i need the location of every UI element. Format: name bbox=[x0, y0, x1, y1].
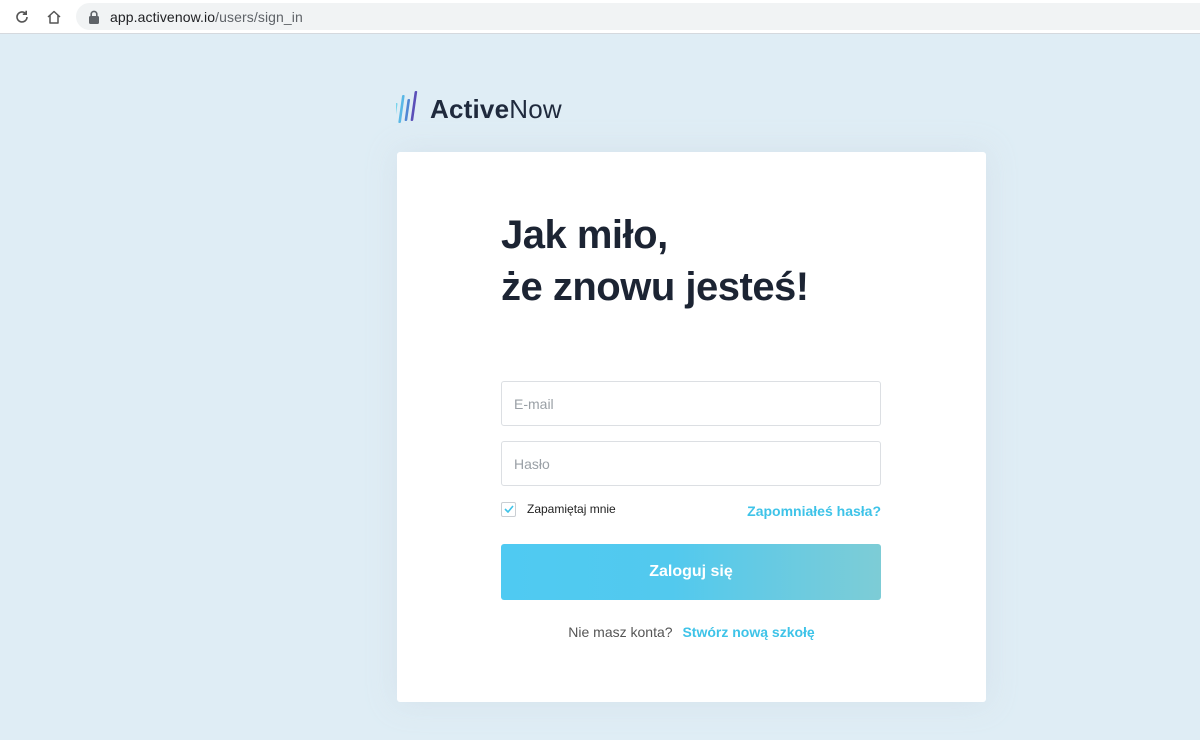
checkmark-icon bbox=[503, 505, 514, 513]
browser-toolbar: app.activenow.io/users/sign_in bbox=[0, 0, 1200, 34]
activenow-logo: ActiveNow bbox=[396, 87, 562, 131]
url-path: /users/sign_in bbox=[215, 8, 303, 25]
login-card: Jak miło, że znowu jesteś! Zapamiętaj mn… bbox=[397, 152, 986, 702]
login-page: ActiveNow Jak miło, że znowu jesteś! Zap… bbox=[0, 35, 1200, 740]
remember-me-checkbox[interactable]: Zapamiętaj mnie bbox=[501, 501, 616, 517]
reload-icon[interactable] bbox=[12, 7, 32, 27]
signup-prompt: Nie masz konta? Stwórz nową szkołę bbox=[397, 624, 986, 640]
address-bar[interactable]: app.activenow.io/users/sign_in bbox=[76, 3, 1200, 30]
url-text: app.activenow.io/users/sign_in bbox=[110, 9, 303, 25]
home-icon[interactable] bbox=[44, 7, 64, 27]
signup-question: Nie masz konta? bbox=[568, 624, 673, 640]
forgot-password-link[interactable]: Zapomniałeś hasła? bbox=[747, 503, 881, 519]
title-line-2: że znowu jesteś! bbox=[501, 265, 809, 309]
url-host: app.activenow.io bbox=[110, 8, 216, 25]
logo-text-light: Now bbox=[509, 93, 562, 124]
logo-text-bold: Active bbox=[430, 93, 510, 124]
page-title: Jak miło, że znowu jesteś! bbox=[501, 209, 901, 313]
checkbox-box[interactable] bbox=[501, 501, 516, 517]
email-field[interactable] bbox=[501, 381, 881, 426]
create-school-link[interactable]: Stwórz nową szkołę bbox=[682, 624, 814, 640]
login-button[interactable]: Zaloguj się bbox=[501, 544, 881, 600]
lock-icon bbox=[88, 10, 100, 24]
password-field[interactable] bbox=[501, 441, 881, 486]
logo-text: ActiveNow bbox=[430, 94, 562, 125]
remember-me-label: Zapamiętaj mnie bbox=[527, 502, 616, 516]
logo-bars-icon bbox=[396, 91, 418, 127]
title-line-1: Jak miło, bbox=[501, 213, 668, 257]
